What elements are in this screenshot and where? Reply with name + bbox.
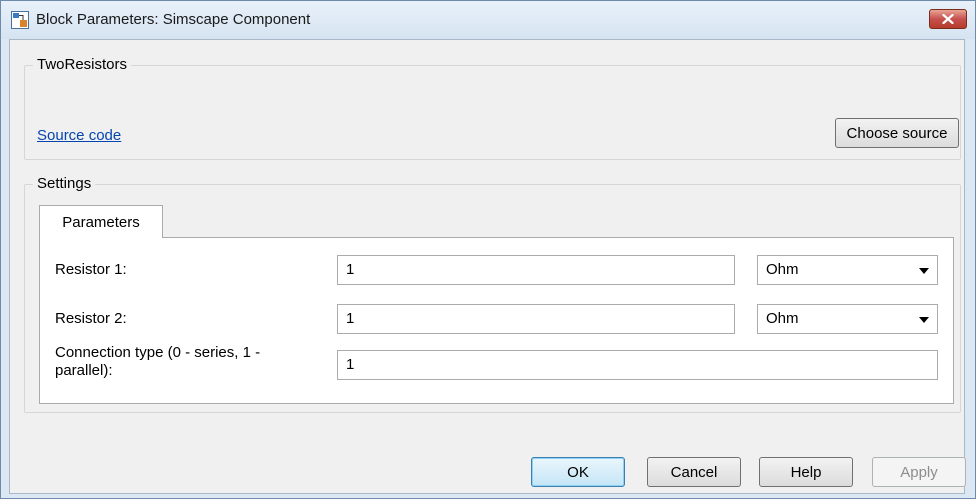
chevron-down-icon (919, 268, 929, 274)
ok-button[interactable]: OK (531, 457, 625, 487)
apply-button[interactable]: Apply (872, 457, 966, 487)
choose-source-button[interactable]: Choose source (835, 118, 959, 148)
parameters-panel: Resistor 1: 1 Ohm Resistor 2: 1 Ohm Conn… (39, 237, 954, 404)
resistor-1-unit-select[interactable]: Ohm (757, 255, 938, 285)
close-button[interactable] (929, 9, 967, 29)
dialog-window: Block Parameters: Simscape Component Two… (0, 0, 976, 499)
resistor-2-unit-value: Ohm (766, 310, 799, 327)
resistor-2-unit-select[interactable]: Ohm (757, 304, 938, 334)
window-title: Block Parameters: Simscape Component (36, 11, 311, 28)
title-bar[interactable]: Block Parameters: Simscape Component (1, 1, 975, 39)
resistor-1-input[interactable]: 1 (337, 255, 735, 285)
tab-parameters[interactable]: Parameters (39, 205, 163, 238)
close-icon (942, 11, 954, 27)
connection-type-input[interactable]: 1 (337, 350, 938, 380)
resistor-2-input[interactable]: 1 (337, 304, 735, 334)
component-group: TwoResistors Source code Choose source (24, 56, 961, 160)
dialog-body: TwoResistors Source code Choose source S… (9, 39, 966, 494)
simulink-block-icon (11, 11, 29, 29)
source-code-link[interactable]: Source code (37, 127, 121, 144)
resistor-1-label: Resistor 1: (55, 261, 127, 278)
resistor-2-label: Resistor 2: (55, 310, 127, 327)
cancel-button[interactable]: Cancel (647, 457, 741, 487)
settings-group-title: Settings (33, 175, 96, 193)
connection-type-label: Connection type (0 - series, 1 - paralle… (55, 344, 261, 379)
component-group-title: TwoResistors (33, 56, 132, 74)
resistor-1-unit-value: Ohm (766, 261, 799, 278)
help-button[interactable]: Help (759, 457, 853, 487)
chevron-down-icon (919, 317, 929, 323)
settings-group: Settings Parameters Resistor 1: 1 Ohm Re… (24, 175, 961, 413)
